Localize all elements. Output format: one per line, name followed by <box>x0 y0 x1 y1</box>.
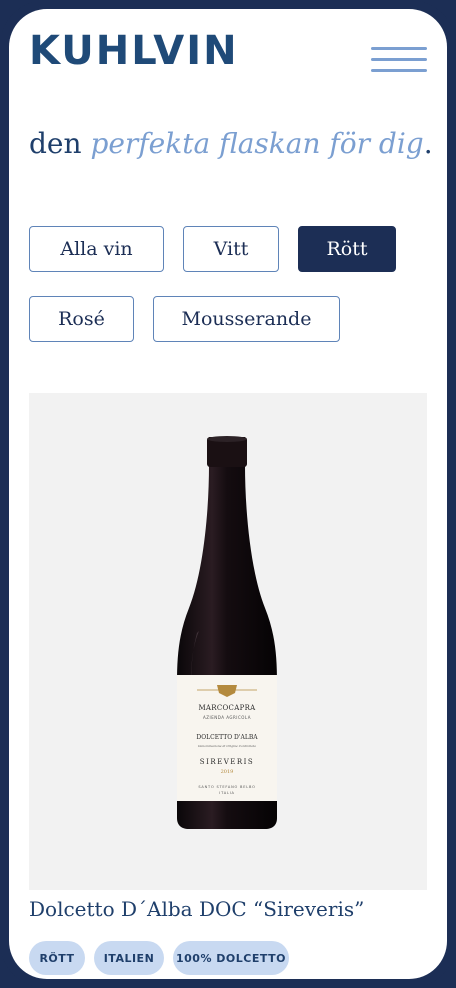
label-footer-1: SANTO STEFANO BELBO <box>198 785 256 789</box>
page-headline: den perfekta flaskan för dig. <box>29 127 433 160</box>
filter-red[interactable]: Rött <box>298 226 396 272</box>
label-wine: DOLCETTO D'ALBA <box>196 734 258 741</box>
tag-color: RÖTT <box>29 941 85 975</box>
tag-grape: 100% DOLCETTO <box>173 941 289 975</box>
label-brand: MARCOCAPRA <box>198 704 256 712</box>
label-denomination: Denominazione di Origine Controllata <box>198 744 256 748</box>
label-subbrand: AZIENDA AGRICOLA <box>203 715 251 720</box>
tag-country: ITALIEN <box>94 941 164 975</box>
product-image[interactable]: MARCOCAPRA AZIENDA AGRICOLA DOLCETTO D'A… <box>29 393 427 890</box>
filter-rose[interactable]: Rosé <box>29 296 134 342</box>
hamburger-menu-icon[interactable] <box>371 47 427 77</box>
label-year: 2019 <box>220 769 234 775</box>
filter-all-wines[interactable]: Alla vin <box>29 226 164 272</box>
label-name: SIREVERIS <box>199 758 255 766</box>
brand-logo[interactable]: KUHLVIN <box>29 31 239 71</box>
device-frame: KUHLVIN den perfekta flaskan för dig. Al… <box>0 0 456 988</box>
filter-sparkling[interactable]: Mousserande <box>153 296 340 342</box>
screen: KUHLVIN den perfekta flaskan för dig. Al… <box>9 9 447 979</box>
filter-white[interactable]: Vitt <box>183 226 279 272</box>
headline-accent: perfekta flaskan för dig <box>90 127 424 160</box>
label-footer-2: ITALIA <box>219 791 235 795</box>
product-title[interactable]: Dolcetto D´Alba DOC “Sireveris” <box>29 897 364 921</box>
